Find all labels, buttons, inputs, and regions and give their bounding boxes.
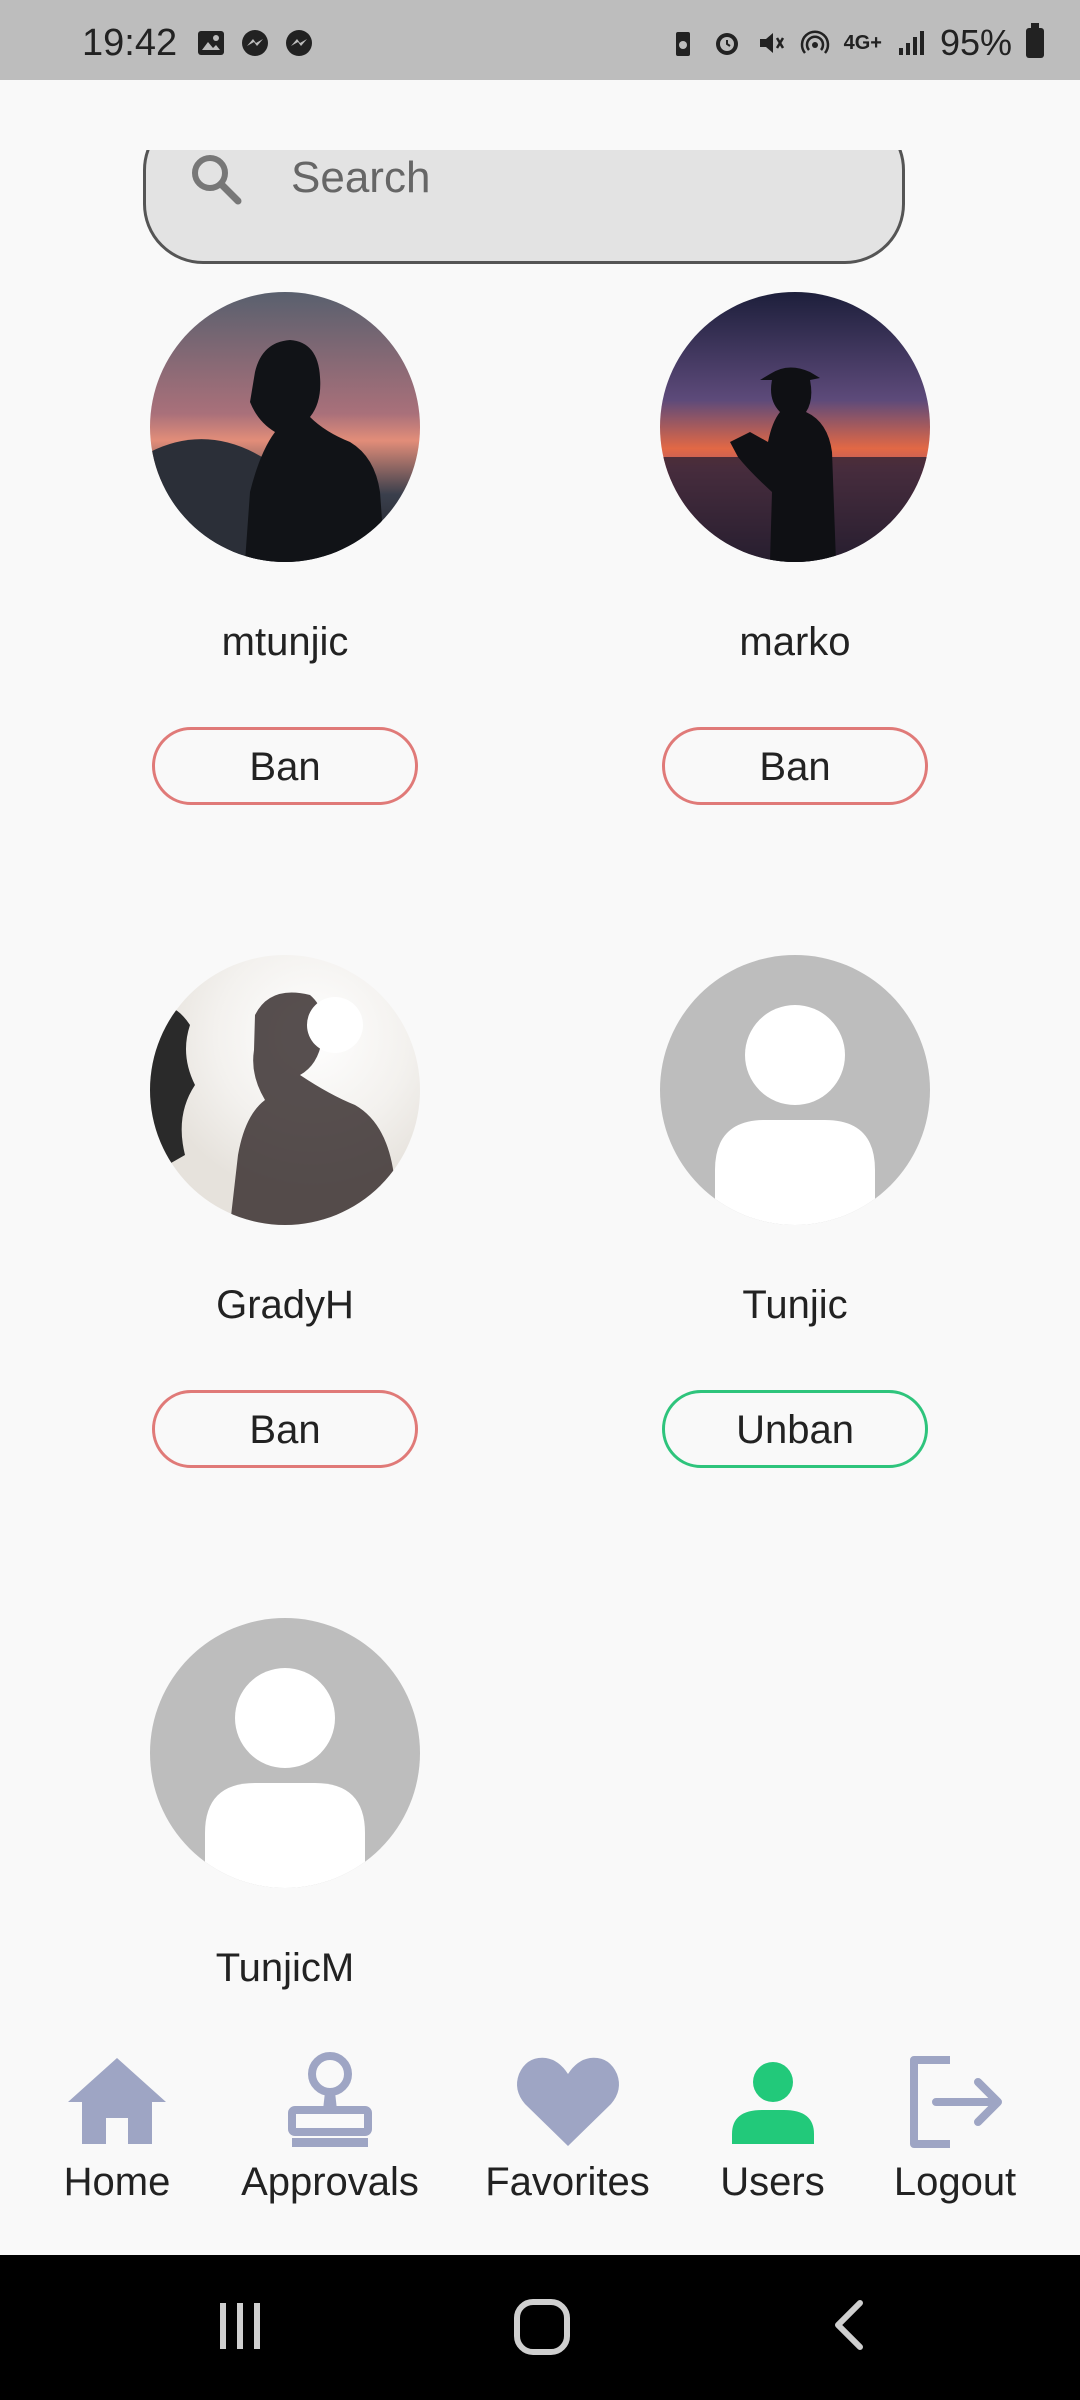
user-card: mtunjic Ban	[85, 292, 485, 805]
avatar-photo	[660, 292, 930, 562]
battery-icon	[1026, 23, 1044, 58]
search-icon	[192, 155, 242, 205]
avatar[interactable]	[150, 292, 420, 562]
status-time: 19:42	[82, 22, 178, 64]
system-status: 4G+ 95%	[668, 22, 1044, 64]
user-card: GradyH Ban	[85, 955, 485, 1468]
avatar-photo	[150, 955, 420, 1225]
status-bar: 19:42 4G+ 95%	[0, 0, 1080, 80]
nav-item-approvals[interactable]: Approvals	[230, 2052, 430, 2205]
username: GradyH	[216, 1283, 354, 1327]
ban-button[interactable]: Ban	[152, 1390, 418, 1468]
search-input[interactable]: Search	[143, 150, 905, 264]
heart-icon	[516, 2057, 619, 2146]
avatar[interactable]	[660, 955, 930, 1225]
nav-item-home[interactable]: Home	[52, 2052, 182, 2205]
avatar[interactable]	[150, 1618, 420, 1888]
user-card: Tunjic Unban	[595, 955, 995, 1468]
nav-label: Users	[720, 2160, 825, 2204]
home-icon	[68, 2058, 166, 2144]
stamp-icon	[288, 2052, 372, 2147]
messenger-icon	[286, 30, 312, 56]
avatar[interactable]	[660, 292, 930, 562]
nav-label: Logout	[893, 2160, 1017, 2204]
avatar[interactable]	[150, 955, 420, 1225]
messenger-icon	[242, 30, 268, 56]
alarm-icon	[715, 33, 738, 55]
battery-saver-icon	[675, 32, 690, 56]
signal-icon	[898, 31, 924, 55]
notification-icons	[196, 28, 314, 58]
ban-button[interactable]: Ban	[152, 727, 418, 805]
username: TunjicM	[215, 1946, 355, 1990]
search-area: Search	[0, 150, 1080, 270]
nav-item-users[interactable]: Users	[705, 2052, 840, 2205]
username: mtunjic	[221, 620, 349, 664]
username: marko	[739, 620, 851, 664]
nav-label: Favorites	[485, 2160, 650, 2204]
default-avatar-icon	[150, 1618, 420, 1888]
network-type: 4G+	[843, 31, 882, 54]
logout-icon	[910, 2056, 1002, 2148]
nav-item-logout[interactable]: Logout	[885, 2052, 1025, 2205]
bottom-navigation: Home Approvals Favorites Users Logout	[0, 2030, 1080, 2255]
search-placeholder: Search	[291, 153, 431, 202]
system-navigation-bar	[0, 2255, 1080, 2400]
nav-item-favorites[interactable]: Favorites	[475, 2052, 660, 2205]
back-icon[interactable]	[820, 2295, 880, 2355]
default-avatar-icon	[660, 955, 930, 1225]
user-card: TunjicM	[85, 1618, 485, 1991]
username: Tunjic	[742, 1283, 848, 1327]
person-icon	[731, 2062, 814, 2144]
battery-percent: 95%	[939, 22, 1012, 63]
hotspot-icon	[800, 30, 829, 54]
gallery-icon	[198, 31, 224, 55]
user-card: marko Ban	[595, 292, 995, 805]
nav-label: Home	[63, 2160, 171, 2204]
nav-label: Approvals	[241, 2160, 419, 2204]
unban-button[interactable]: Unban	[662, 1390, 928, 1468]
ban-button[interactable]: Ban	[662, 727, 928, 805]
mute-icon	[759, 33, 784, 53]
recent-apps-icon[interactable]	[210, 2295, 270, 2355]
avatar-photo	[150, 292, 420, 562]
home-button-icon[interactable]	[510, 2295, 574, 2359]
